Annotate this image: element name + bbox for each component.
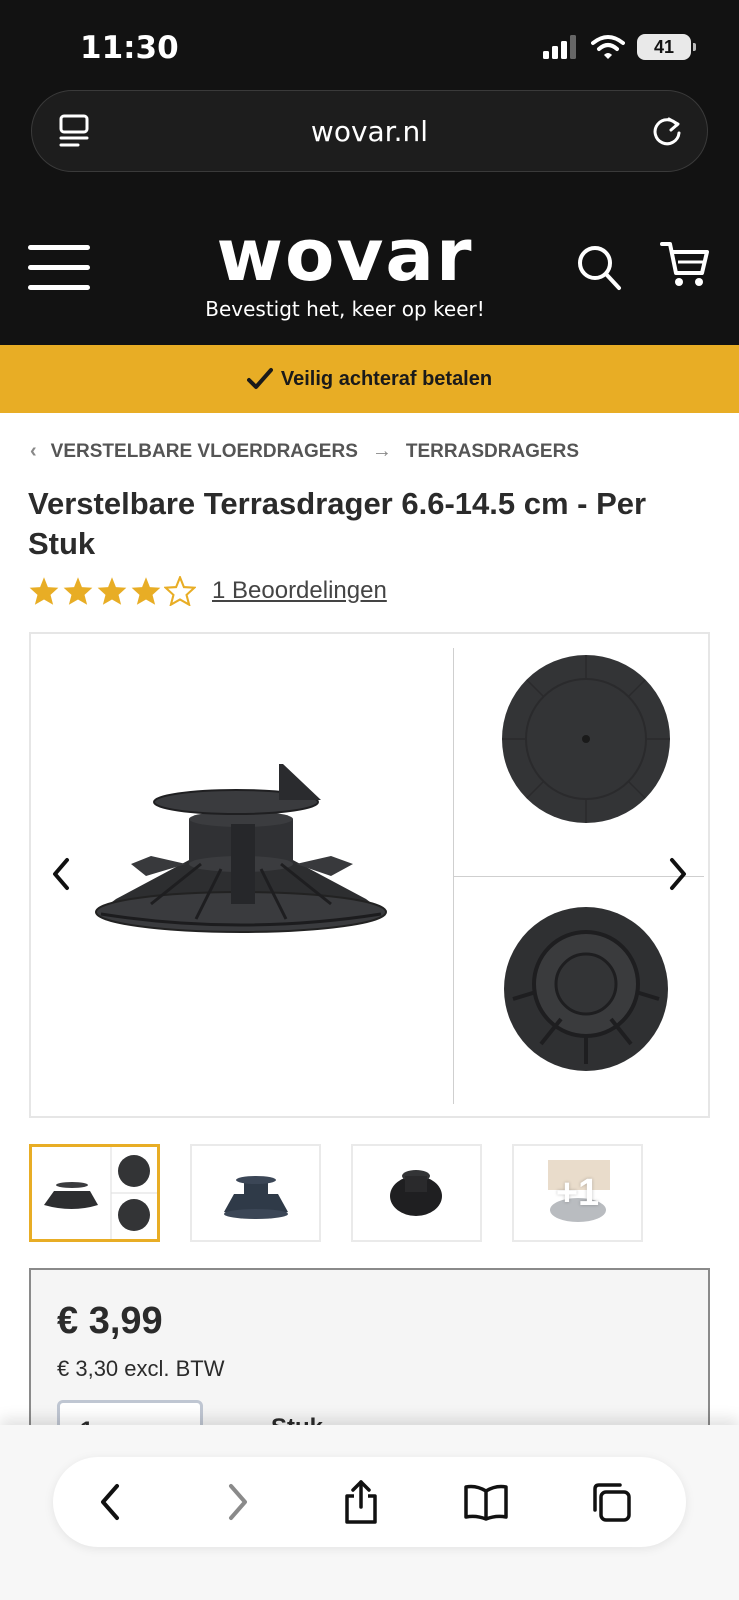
price-excl-vat: € 3,30 excl. BTW — [57, 1356, 225, 1381]
status-bar: 11:30 41 — [0, 0, 739, 90]
site-header: wovar Bevestigt het, keer op keer! — [0, 205, 739, 345]
gallery-next-icon[interactable] — [666, 856, 690, 892]
price: € 3,99 — [57, 1300, 163, 1342]
product-gallery[interactable] — [29, 632, 710, 1118]
breadcrumb: ‹ VERSTELBARE VLOERDRAGERS → TERRASDRAGE… — [30, 440, 579, 463]
product-title: Verstelbare Terrasdrager 6.6-14.5 cm - P… — [28, 486, 647, 561]
gallery-prev-icon[interactable] — [49, 856, 73, 892]
product-image-top-view[interactable] — [501, 654, 671, 824]
tabs-icon — [593, 1483, 631, 1522]
star-filled-icon — [97, 577, 127, 605]
star-empty-icon — [164, 576, 196, 606]
battery-level: 41 — [653, 36, 675, 57]
thumbnail-1[interactable] — [29, 1144, 160, 1242]
star-filled-icon — [63, 577, 93, 605]
share-button[interactable] — [336, 1477, 386, 1527]
safe-payment-banner: Veilig achteraf betalen — [0, 345, 739, 413]
breadcrumb-item-vloerdragers[interactable]: VERSTELBARE VLOERDRAGERS — [51, 441, 358, 463]
thumbnail-image — [390, 1170, 442, 1216]
book-icon — [464, 1484, 508, 1521]
browser-url-area: wovar.nl — [0, 90, 739, 205]
thumbnail-4-more[interactable]: +1 — [512, 1144, 643, 1242]
star-filled-icon — [131, 577, 161, 605]
toolbar-pill — [53, 1457, 686, 1547]
rating-stars — [28, 576, 196, 606]
product-image-pedestal[interactable] — [91, 764, 391, 954]
battery-icon: 41 — [637, 34, 696, 60]
thumbnail-2[interactable] — [190, 1144, 321, 1242]
breadcrumb-item-terrasdragers[interactable]: TERRASDRAGERS — [406, 441, 579, 463]
share-icon — [345, 1480, 377, 1524]
cart-icon[interactable] — [660, 239, 710, 289]
thumbnail-image — [224, 1176, 288, 1219]
reviews-link[interactable]: 1 Beoordelingen — [212, 577, 387, 605]
logo-tagline: Bevestigt het, keer op keer! — [205, 297, 485, 321]
chevron-left-icon: ‹ — [30, 440, 37, 462]
status-time: 11:30 — [80, 30, 179, 66]
url-text[interactable]: wovar.nl — [32, 115, 707, 148]
back-button[interactable] — [85, 1477, 135, 1527]
chevron-right-icon — [229, 1484, 247, 1520]
wifi-icon — [591, 35, 625, 59]
product-rating[interactable]: 1 Beoordelingen — [28, 576, 387, 606]
status-icons: 41 — [543, 34, 696, 60]
star-filled-icon — [29, 577, 59, 605]
chevron-left-icon — [101, 1484, 119, 1520]
thumbnail-3[interactable] — [351, 1144, 482, 1242]
menu-icon[interactable] — [28, 245, 90, 291]
gallery-thumbnails: +1 — [29, 1144, 643, 1242]
safe-payment-text: Veilig achteraf betalen — [280, 367, 493, 390]
more-images-count: +1 — [555, 1172, 600, 1214]
forward-button[interactable] — [213, 1477, 263, 1527]
address-bar[interactable]: wovar.nl — [31, 90, 708, 172]
tabs-button[interactable] — [586, 1477, 636, 1527]
browser-toolbar — [0, 1425, 739, 1600]
logo[interactable]: wovar Bevestigt het, keer op keer! — [200, 215, 490, 321]
reload-icon[interactable] — [649, 113, 685, 149]
thumbnail-image — [44, 1147, 157, 1239]
arrow-right-icon: → — [371, 440, 392, 462]
signal-icon — [543, 35, 576, 59]
product-image-bottom-view[interactable] — [501, 904, 671, 1074]
search-icon[interactable] — [575, 243, 623, 293]
checkmark-icon — [246, 368, 273, 389]
logo-wordmark: wovar — [216, 213, 474, 297]
bookmarks-button[interactable] — [461, 1477, 511, 1527]
